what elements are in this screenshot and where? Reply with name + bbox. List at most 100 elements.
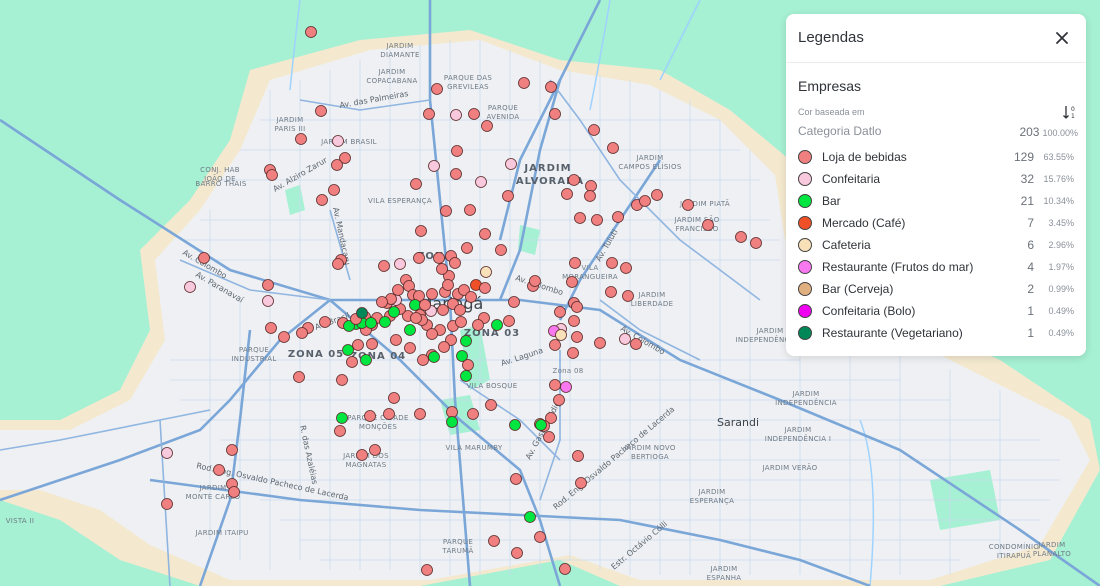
legend-item[interactable]: Loja de bebidas 129 63.55% — [798, 147, 1078, 169]
business-marker[interactable] — [584, 190, 596, 202]
business-marker[interactable] — [571, 331, 583, 343]
business-marker[interactable] — [518, 77, 530, 89]
business-marker[interactable] — [198, 252, 210, 264]
business-marker[interactable] — [404, 324, 416, 336]
business-marker[interactable] — [390, 334, 402, 346]
business-marker[interactable] — [451, 145, 463, 157]
business-marker[interactable] — [433, 252, 445, 264]
business-marker[interactable] — [296, 327, 308, 339]
business-marker[interactable] — [560, 381, 572, 393]
business-marker[interactable] — [549, 379, 561, 391]
business-marker[interactable] — [413, 252, 425, 264]
business-marker[interactable] — [334, 425, 346, 437]
business-marker[interactable] — [315, 105, 327, 117]
sort-icon[interactable]: 0 1 — [1062, 104, 1078, 120]
business-marker[interactable] — [651, 189, 663, 201]
business-marker[interactable] — [630, 338, 642, 350]
business-marker[interactable] — [431, 83, 443, 95]
business-marker[interactable] — [568, 315, 580, 327]
business-marker[interactable] — [388, 306, 400, 318]
business-marker[interactable] — [404, 342, 416, 354]
business-marker[interactable] — [568, 174, 580, 186]
business-marker[interactable] — [460, 335, 472, 347]
business-marker[interactable] — [356, 449, 368, 461]
business-marker[interactable] — [388, 392, 400, 404]
business-marker[interactable] — [702, 219, 714, 231]
business-marker[interactable] — [735, 231, 747, 243]
business-marker[interactable] — [572, 450, 584, 462]
business-marker[interactable] — [505, 158, 517, 170]
business-marker[interactable] — [262, 279, 274, 291]
business-marker[interactable] — [410, 178, 422, 190]
business-marker[interactable] — [449, 257, 461, 269]
business-marker[interactable] — [535, 419, 547, 431]
business-marker[interactable] — [366, 338, 378, 350]
business-marker[interactable] — [438, 341, 450, 353]
business-marker[interactable] — [510, 473, 522, 485]
business-marker[interactable] — [265, 322, 277, 334]
business-marker[interactable] — [588, 124, 600, 136]
business-marker[interactable] — [559, 563, 571, 575]
business-marker[interactable] — [464, 204, 476, 216]
business-marker[interactable] — [606, 257, 618, 269]
legend-item[interactable]: Mercado (Café) 7 3.45% — [798, 213, 1078, 235]
business-marker[interactable] — [161, 447, 173, 459]
business-marker[interactable] — [612, 211, 624, 223]
business-marker[interactable] — [378, 260, 390, 272]
business-marker[interactable] — [379, 316, 391, 328]
business-marker[interactable] — [479, 282, 491, 294]
business-marker[interactable] — [446, 406, 458, 418]
business-marker[interactable] — [555, 329, 567, 341]
business-marker[interactable] — [440, 205, 452, 217]
business-marker[interactable] — [607, 142, 619, 154]
business-marker[interactable] — [419, 299, 431, 311]
business-marker[interactable] — [480, 266, 492, 278]
business-marker[interactable] — [437, 304, 449, 316]
business-marker[interactable] — [585, 180, 597, 192]
business-marker[interactable] — [569, 257, 581, 269]
business-marker[interactable] — [465, 291, 477, 303]
business-marker[interactable] — [394, 258, 406, 270]
business-marker[interactable] — [414, 408, 426, 420]
business-marker[interactable] — [332, 258, 344, 270]
legend-item[interactable]: Restaurante (Vegetariano) 1 0.49% — [798, 323, 1078, 345]
business-marker[interactable] — [213, 464, 225, 476]
business-marker[interactable] — [331, 159, 343, 171]
business-marker[interactable] — [534, 531, 546, 543]
business-marker[interactable] — [328, 184, 340, 196]
business-marker[interactable] — [409, 299, 421, 311]
business-marker[interactable] — [332, 135, 344, 147]
business-marker[interactable] — [462, 359, 474, 371]
business-marker[interactable] — [423, 108, 435, 120]
business-marker[interactable] — [467, 408, 479, 420]
business-marker[interactable] — [682, 199, 694, 211]
business-marker[interactable] — [428, 351, 440, 363]
business-marker[interactable] — [605, 286, 617, 298]
legend-item[interactable]: Confeitaria (Bolo) 1 0.49% — [798, 301, 1078, 323]
business-marker[interactable] — [620, 262, 632, 274]
business-marker[interactable] — [319, 316, 331, 328]
business-marker[interactable] — [364, 410, 376, 422]
business-marker[interactable] — [426, 328, 438, 340]
business-marker[interactable] — [428, 160, 440, 172]
business-marker[interactable] — [455, 316, 467, 328]
business-marker[interactable] — [529, 275, 541, 287]
business-marker[interactable] — [450, 109, 462, 121]
business-marker[interactable] — [566, 276, 578, 288]
business-marker[interactable] — [553, 394, 565, 406]
business-marker[interactable] — [549, 108, 561, 120]
business-marker[interactable] — [295, 133, 307, 145]
business-marker[interactable] — [543, 431, 555, 443]
legend-item[interactable]: Bar (Cerveja) 2 0.99% — [798, 279, 1078, 301]
business-marker[interactable] — [502, 190, 514, 202]
business-marker[interactable] — [639, 195, 651, 207]
business-marker[interactable] — [442, 279, 454, 291]
business-marker[interactable] — [410, 312, 422, 324]
business-marker[interactable] — [346, 356, 358, 368]
business-marker[interactable] — [392, 284, 404, 296]
business-marker[interactable] — [460, 370, 472, 382]
business-marker[interactable] — [376, 296, 388, 308]
business-marker[interactable] — [468, 108, 480, 120]
business-marker[interactable] — [549, 339, 561, 351]
legend-item[interactable]: Restaurante (Frutos do mar) 4 1.97% — [798, 257, 1078, 279]
